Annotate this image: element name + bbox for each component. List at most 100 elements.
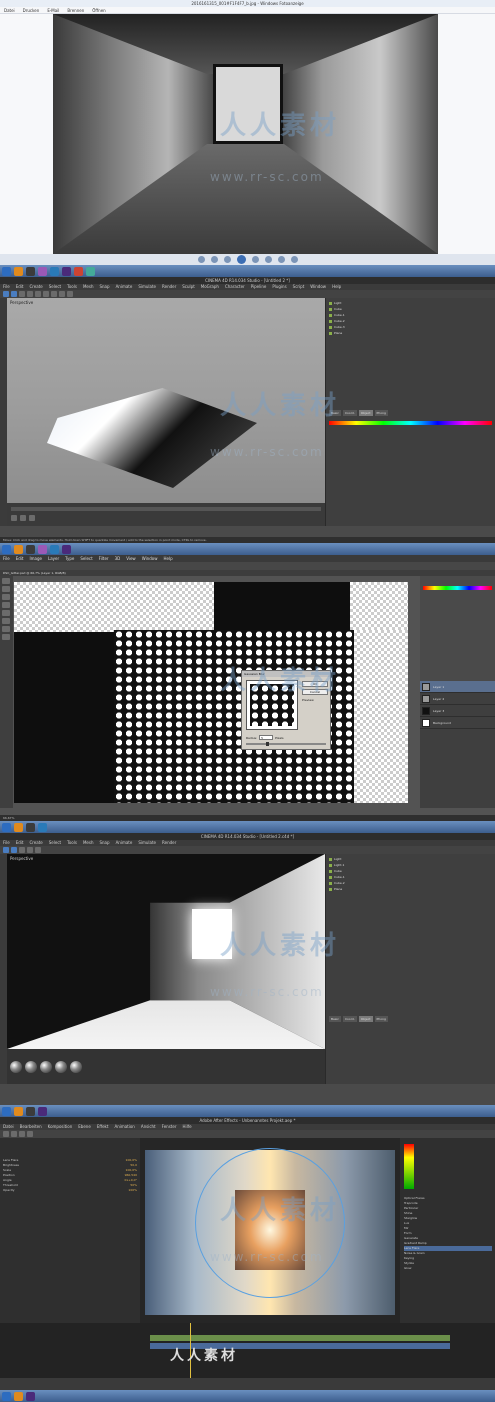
zoom-tool-icon[interactable] (19, 1131, 25, 1137)
menu-item[interactable]: Animate (116, 840, 133, 846)
rotate-tool-icon[interactable] (27, 1131, 33, 1137)
after-effects-icon[interactable] (62, 544, 71, 554)
menu-item[interactable]: Select (49, 284, 61, 290)
menu-item[interactable]: Mesh (83, 284, 94, 290)
menu-item[interactable]: Mesh (83, 840, 94, 846)
explorer-icon[interactable] (14, 1106, 23, 1116)
menu-item[interactable]: Animation (114, 1124, 134, 1130)
menu-item[interactable]: 3D (115, 555, 121, 562)
menu-item[interactable]: Create (29, 284, 42, 290)
effect-property[interactable]: Opacity 100% (0, 1188, 140, 1193)
material-swatch[interactable] (40, 1060, 52, 1073)
list-item[interactable]: Glow (404, 1266, 492, 1271)
radius-slider[interactable] (246, 742, 326, 746)
next-icon[interactable] (251, 256, 259, 263)
property-value[interactable]: 100% (128, 1188, 137, 1193)
menu-item[interactable]: Script (293, 284, 305, 290)
menu-item[interactable]: Snap (99, 284, 109, 290)
zoom-icon[interactable] (197, 256, 205, 263)
menu-item[interactable]: View (126, 555, 136, 562)
render-icon[interactable] (51, 291, 57, 297)
delete-icon[interactable] (290, 256, 298, 263)
undo-icon[interactable] (3, 847, 9, 853)
menu-item[interactable]: Simulate (138, 284, 156, 290)
light-icon[interactable] (67, 291, 73, 297)
start-icon[interactable] (2, 822, 11, 832)
stop-icon[interactable] (20, 515, 26, 521)
menu-item[interactable]: Tools (67, 840, 77, 846)
marquee-tool-icon[interactable] (2, 586, 10, 592)
menu-item[interactable]: MoGraph (201, 284, 219, 290)
photoshop-icon[interactable] (38, 822, 47, 832)
start-icon[interactable] (2, 266, 11, 276)
material-swatch[interactable] (70, 1060, 82, 1073)
text-tool-icon[interactable] (2, 634, 10, 640)
premiere-icon[interactable] (38, 266, 47, 276)
tab-coord[interactable]: Coord. (342, 1016, 357, 1022)
previous-icon[interactable] (223, 256, 231, 263)
move-icon[interactable] (19, 847, 25, 853)
move-tool-icon[interactable] (2, 578, 10, 584)
list-item[interactable]: Light (329, 857, 492, 861)
explorer-icon[interactable] (14, 266, 23, 276)
menu-item[interactable]: Animate (116, 284, 133, 290)
photoshop-icon[interactable] (50, 544, 59, 554)
list-item[interactable]: Light (329, 301, 492, 305)
layer-row[interactable]: Background (420, 717, 495, 729)
menu-item[interactable]: File (3, 840, 10, 846)
menu-item[interactable]: Render (162, 284, 176, 290)
after-effects-icon[interactable] (26, 1391, 35, 1401)
gradient-tool-icon[interactable] (2, 626, 10, 632)
menu-item-oeffnen[interactable]: Öffnen (92, 7, 105, 13)
tab-object[interactable]: Object (358, 1016, 373, 1022)
explorer-icon[interactable] (14, 822, 23, 832)
tab-phong[interactable]: Phong (374, 410, 388, 416)
menu-item[interactable]: Hilfe (182, 1124, 191, 1130)
explorer-icon[interactable] (14, 544, 23, 554)
crop-tool-icon[interactable] (2, 602, 10, 608)
layer-row[interactable]: Layer 3 (420, 705, 495, 717)
list-item[interactable]: Plane (329, 887, 492, 891)
menu-item[interactable]: Render (162, 840, 176, 846)
composition-viewer[interactable] (140, 1138, 400, 1323)
list-item[interactable]: Light.1 (329, 863, 492, 867)
explorer-icon[interactable] (14, 1391, 23, 1401)
menu-item[interactable]: Help (163, 555, 172, 562)
app-icon[interactable] (86, 266, 95, 276)
menu-item[interactable]: Simulate (138, 840, 156, 846)
list-item[interactable]: Cube.1 (329, 875, 492, 879)
menu-item[interactable]: Select (80, 555, 92, 562)
menu-item[interactable]: Tools (67, 284, 77, 290)
list-item[interactable]: Cube (329, 869, 492, 873)
rotate-left-icon[interactable] (264, 256, 272, 263)
menu-item-brennen[interactable]: Brennen (67, 7, 84, 13)
timeline-ruler[interactable] (11, 507, 321, 511)
radius-input[interactable]: 5 (259, 735, 274, 740)
menu-item[interactable]: Type (65, 555, 74, 562)
menu-item[interactable]: Edit (16, 840, 24, 846)
document-canvas[interactable]: Gaussian Blur OK Cancel Preview Radius: … (14, 582, 408, 803)
list-item[interactable]: Cube.2 (329, 319, 492, 323)
c4d-icon[interactable] (26, 544, 35, 554)
tab-coord[interactable]: Coord. (342, 410, 357, 416)
menu-item[interactable]: Fenster (162, 1124, 177, 1130)
c4d-icon[interactable] (26, 266, 35, 276)
timeline-layer[interactable] (0, 1343, 495, 1349)
menu-item[interactable]: Snap (99, 840, 109, 846)
menu-item[interactable]: Ansicht (141, 1124, 156, 1130)
rotate-icon[interactable] (43, 291, 49, 297)
layer-row[interactable]: Layer 2 (420, 693, 495, 705)
menu-item[interactable]: Filter (99, 555, 109, 562)
menu-item[interactable]: Sculpt (182, 284, 195, 290)
menu-item[interactable]: Character (225, 284, 245, 290)
material-swatch[interactable] (10, 1060, 22, 1073)
timeline-layer[interactable] (0, 1335, 495, 1341)
layer-row[interactable]: Layer 1 (420, 681, 495, 693)
menu-item[interactable]: Help (332, 284, 341, 290)
record-icon[interactable] (29, 515, 35, 521)
menu-item-drucken[interactable]: Drucken (23, 7, 40, 13)
color-picker[interactable] (329, 421, 492, 425)
photoshop-icon[interactable] (50, 266, 59, 276)
slider-knob[interactable] (266, 742, 269, 746)
list-item[interactable]: Cube.3 (329, 325, 492, 329)
